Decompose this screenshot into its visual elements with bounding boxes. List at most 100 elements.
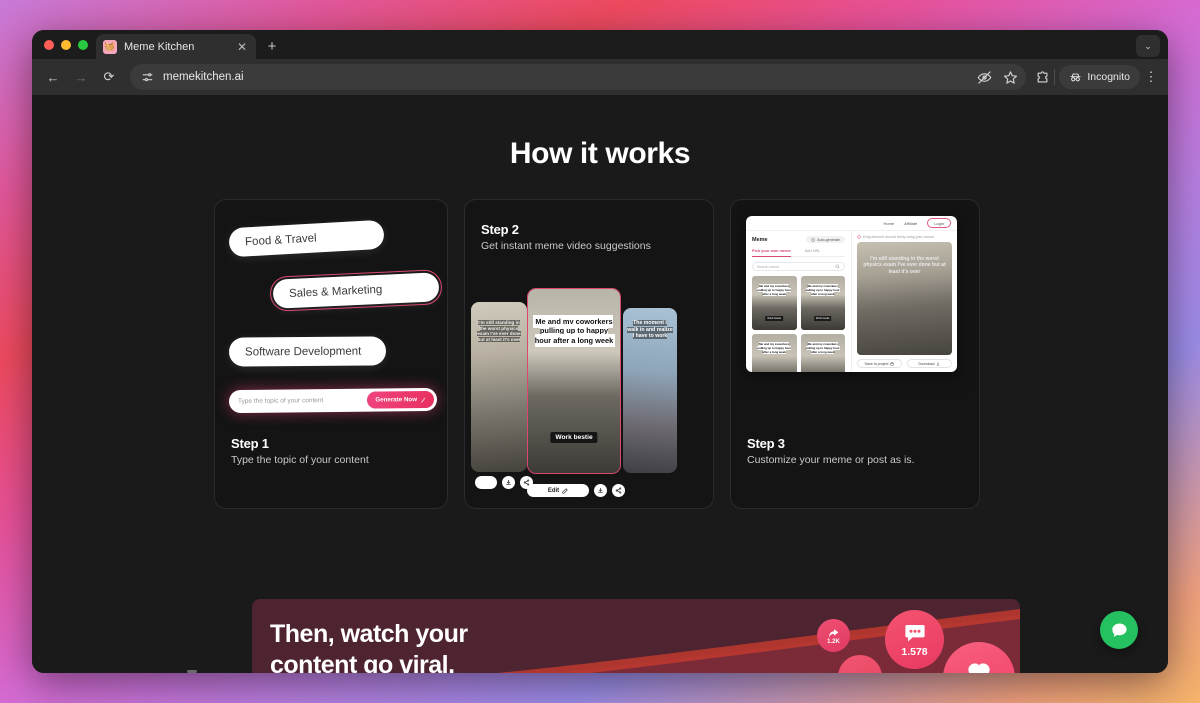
selected-video-action-row: Edit [527,484,625,497]
video-overlay-label: Work bestie [550,432,598,443]
meme-grid-item[interactable]: Me and my coworkers pulling up to happy … [800,276,845,330]
viral-line-1: Then, watch your [270,620,468,648]
page-settings-icon[interactable] [140,70,155,85]
step-1-desc: Type the topic of your content [231,454,369,466]
step-2-caption: Step 2 Get instant meme video suggestion… [481,222,651,252]
meme-caption: Me and my coworkers pulling up to happy … [805,342,840,354]
topic-pill-food-travel[interactable]: Food & Travel [228,219,385,258]
edit-meme-button[interactable]: Edit [527,484,589,497]
pill-label: Software Development [244,345,362,358]
close-window-button[interactable] [44,39,54,50]
step-2-title: Step 2 [481,222,519,237]
step-2-card: Step 2 Get instant meme video suggestion… [464,199,714,509]
favicon-icon: 🧺 [103,39,117,54]
step-1-title: Step 1 [231,436,269,451]
auto-generate-button[interactable]: Auto-generate [806,236,845,243]
tab-strip: 🧺 Meme Kitchen ✕ + ⌄ [32,30,1168,59]
topic-pill-software-development[interactable]: Software Development [228,336,387,367]
topic-pill-sales-marketing[interactable]: Sales & Marketing [268,267,444,314]
meme-video-card[interactable]: The moment I walk in and realize I have … [623,308,677,473]
reload-button[interactable]: ⟳ [96,64,122,90]
app-drag-hint: Drag element around freely using your mo… [857,235,952,239]
share-icon[interactable] [612,484,625,497]
window-controls [42,30,96,59]
address-bar[interactable]: memekitchen.ai [130,64,1027,90]
video-action-row [475,476,533,489]
viral-banner: Then, watch your content go viral. 1.2K … [252,599,1020,673]
incognito-indicator[interactable]: Incognito [1059,65,1140,89]
close-tab-button[interactable]: ✕ [235,40,249,54]
pill-label: Sales & Marketing [288,283,383,300]
maximize-window-button[interactable] [78,39,88,50]
browser-tab[interactable]: 🧺 Meme Kitchen ✕ [96,34,256,59]
meme-video-suggestions: I'm still standing in the worst physics … [465,286,713,497]
tab-add-url[interactable]: Add URL [805,248,821,253]
save-icon [890,361,895,366]
viral-headline: Then, watch your content go viral. [270,619,468,673]
generate-now-label: Generate Now [375,396,418,404]
save-to-project-button[interactable]: Save to project [857,359,902,368]
minimize-window-button[interactable] [61,39,71,50]
browser-toolbar: ← → ⟳ memekitchen.ai Incognito ⋮ [32,59,1168,95]
tab-pick-your-own-meme[interactable]: Pick your own meme [752,248,791,257]
step-3-title: Step 3 [747,436,785,451]
download-icon [937,361,940,365]
save-label: Save to project [864,361,889,366]
app-panel-title: Meme [752,236,768,243]
tab-search-chevron-icon[interactable]: ⌄ [1136,35,1160,57]
browser-window: 🧺 Meme Kitchen ✕ + ⌄ ← → ⟳ memekitchen.a… [32,30,1168,673]
browser-menu-button[interactable]: ⋮ [1142,69,1160,85]
app-search-input[interactable]: Search meme [752,262,845,271]
app-nav-affiliate[interactable]: Affiliate [904,221,917,226]
eye-slash-icon[interactable] [976,69,992,85]
download-icon[interactable] [594,484,607,497]
meme-grid-item[interactable]: Me and my coworkers pulling up to happy … [800,334,845,372]
step-1-card: Food & Travel Sales & Marketing Software… [214,199,448,509]
chat-bubble-icon [1111,623,1127,637]
chat-widget-button[interactable] [1100,611,1138,649]
meme-preview[interactable]: I'm still standing in the worst physics … [857,242,952,355]
app-nav-home[interactable]: Home [883,221,894,226]
meme-overlay-label: Work bestie [813,316,832,321]
search-icon [835,264,840,269]
meme-video-card-selected[interactable]: Me and my coworkers pulling up to happy … [527,288,621,474]
meme-grid-item[interactable]: Me and my coworkers pulling up to happy … [752,334,797,372]
star-icon[interactable] [1002,69,1018,85]
forward-button[interactable]: → [68,64,94,90]
meme-video-card[interactable]: I'm still standing in the worst physics … [471,302,527,472]
download-icon[interactable] [502,476,515,489]
tab-title: Meme Kitchen [124,40,195,53]
page-scrollbar[interactable] [187,670,197,673]
app-screenshot: Home Affiliate Login Meme Auto-generate … [746,216,957,372]
topic-input-placeholder[interactable]: Type the topic of your content [238,397,367,405]
app-preview-panel: Drag element around freely using your mo… [852,231,957,372]
incognito-icon [1070,73,1081,81]
generate-now-button[interactable]: Generate Now [367,390,435,409]
meme-caption: Me and my coworkers pulling up to happy … [757,342,792,354]
back-button[interactable]: ← [40,64,66,90]
video-caption: I'm still standing in the worst physics … [477,320,521,343]
video-action-placeholder[interactable] [475,476,497,489]
page-title-accent: works [605,137,691,170]
meme-grid-item[interactable]: Me and my coworkers pulling up to happy … [752,276,797,330]
step-3-caption: Step 3 Customize your meme or post as is… [747,436,914,466]
heart-icon [968,663,990,673]
pill-label: Food & Travel [244,231,317,248]
viral-line-2: content go viral. [270,650,455,674]
preview-caption: I'm still standing in the worst physics … [863,256,946,275]
step-3-desc: Customize your meme or post as is. [747,454,915,466]
app-panel-header: Meme Auto-generate [752,236,845,243]
app-login-button[interactable]: Login [927,218,951,228]
puzzle-icon[interactable] [1034,69,1050,85]
topic-input-row[interactable]: Type the topic of your content Generate … [228,387,438,414]
page-title: How it works [32,137,1168,220]
edit-label: Edit [547,487,560,494]
app-preview-actions: Save to project Download [857,359,952,368]
new-tab-button[interactable]: + [260,34,284,58]
comment-icon [904,625,925,642]
plays-value: 2.32M [856,673,878,674]
download-button[interactable]: Download [907,359,952,368]
clock-icon [811,237,815,242]
page-title-lead: How it [509,137,606,170]
steps-row: Food & Travel Sales & Marketing Software… [214,199,986,509]
